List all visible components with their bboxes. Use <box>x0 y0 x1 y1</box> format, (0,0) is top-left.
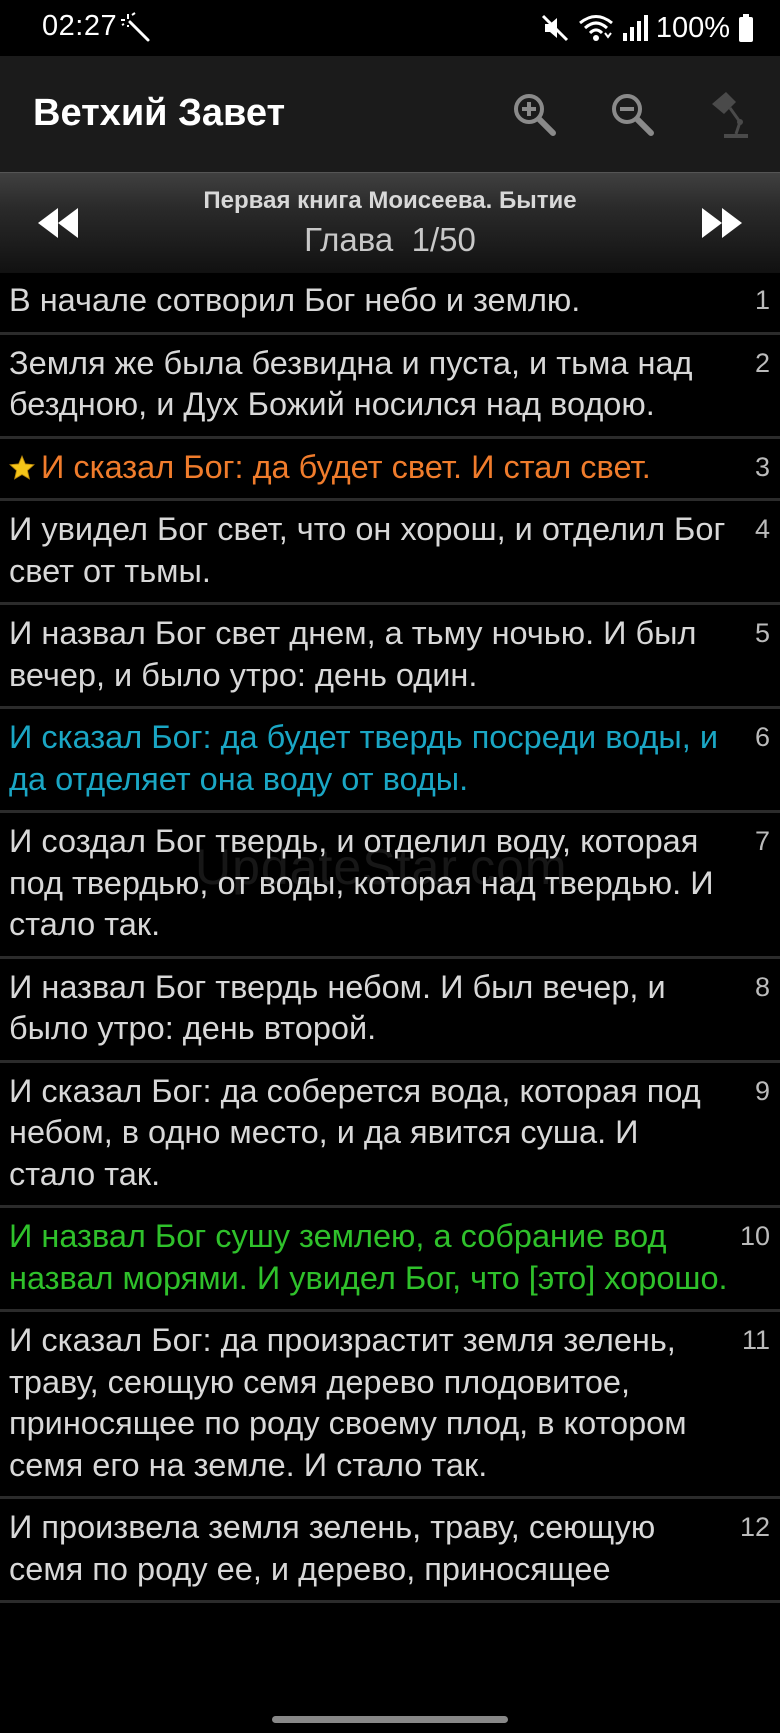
lamp-icon <box>712 92 748 138</box>
verse-list[interactable]: В начале сотворил Бог небо и землю. 1 Земл… <box>0 272 780 1697</box>
verse-row[interactable]: И произвела земля зелень, траву, сеющую … <box>0 1499 780 1603</box>
zoom-in-icon <box>514 94 556 136</box>
verse-text: И назвал Бог свет днем, а тьму ночью. И … <box>9 615 697 693</box>
verse-number: 8 <box>754 971 770 1002</box>
verse-number: 4 <box>754 514 770 544</box>
status-icons: 100% <box>540 8 754 48</box>
verse-text: И произвела земля зелень, траву, сеющую … <box>9 1509 656 1587</box>
verse-row[interactable]: И сказал Бог: да произрастит земля зелен… <box>0 1312 780 1499</box>
verse-number: 5 <box>754 618 770 648</box>
verse-text: И сказал Бог: да будет свет. И стал свет… <box>41 448 651 485</box>
verse-row[interactable]: И увидел Бог свет, что он хорош, и отдел… <box>0 501 780 605</box>
verse-row[interactable]: Земля же была безвидна и пуста, и тьма н… <box>0 335 780 439</box>
verse-row[interactable]: В начале сотворил Бог небо и землю. 1 <box>0 272 780 335</box>
zoom-out-button[interactable] <box>604 86 660 142</box>
status-time: 02:27 <box>42 10 118 42</box>
navigation-gesture-area <box>0 1697 780 1733</box>
fast-forward-icon <box>702 208 742 238</box>
verse-row[interactable]: И сказал Бог: да соберется вода, которая… <box>0 1063 780 1208</box>
verse-number: 10 <box>739 1221 770 1251</box>
chapter-navigation: Первая книга Моисеева. Бытие Глава 1/50 <box>0 172 780 273</box>
verse-text: И сказал Бог: да будет твердь посреди во… <box>9 719 719 797</box>
verse-number: 2 <box>754 347 770 378</box>
rewind-icon <box>38 208 78 238</box>
verse-text: И создал Бог твердь, и отделил воду, кот… <box>9 823 714 942</box>
verse-row[interactable]: И сказал Бог: да будет свет. И стал свет… <box>0 439 780 501</box>
wifi-icon <box>578 15 613 41</box>
verse-text: И назвал Бог сушу землею, а собрание вод… <box>9 1218 728 1296</box>
verse-row[interactable]: И назвал Бог сушу землею, а собрание вод… <box>0 1208 780 1312</box>
bookmark-star-icon <box>9 454 35 480</box>
verse-number: 7 <box>754 826 770 856</box>
verse-row[interactable]: И создал Бог твердь, и отделил воду, кот… <box>0 813 780 959</box>
verse-row[interactable]: И назвал Бог твердь небом. И был вечер, … <box>0 959 780 1063</box>
verse-number: 1 <box>754 285 770 315</box>
zoom-out-icon <box>612 94 654 136</box>
night-mode-button[interactable] <box>702 86 758 142</box>
app-bar: Ветхий Завет <box>0 56 780 172</box>
magic-wand-icon <box>121 12 150 42</box>
battery-percent: 100% <box>655 11 730 44</box>
next-chapter-button[interactable] <box>694 195 750 251</box>
app-title: Ветхий Завет <box>33 92 286 134</box>
mute-icon <box>541 14 568 42</box>
verse-text: И назвал Бог твердь небом. И был вечер, … <box>9 968 666 1047</box>
battery-icon <box>739 14 753 42</box>
zoom-in-button[interactable] <box>506 86 562 142</box>
verse-row[interactable]: И сказал Бог: да будет твердь посреди во… <box>0 709 780 813</box>
verse-text: И сказал Бог: да произрастит земля зелен… <box>9 1322 687 1483</box>
verse-number: 6 <box>754 722 770 752</box>
chapter-indicator[interactable]: Глава 1/50 <box>120 221 660 259</box>
verse-text: В начале сотворил Бог небо и землю. <box>9 282 581 318</box>
verse-text: И сказал Бог: да соберется вода, которая… <box>9 1072 701 1192</box>
verse-row[interactable]: И назвал Бог свет днем, а тьму ночью. И … <box>0 605 780 709</box>
status-bar: 02:27 100% <box>0 0 780 56</box>
previous-chapter-button[interactable] <box>30 195 86 251</box>
verse-text: Земля же была безвидна и пуста, и тьма н… <box>9 344 693 423</box>
gesture-handle[interactable] <box>272 1716 508 1723</box>
verse-text: И увидел Бог свет, что он хорош, и отдел… <box>9 511 726 589</box>
book-title: Первая книга Моисеева. Бытие <box>203 187 577 214</box>
verse-number: 11 <box>741 1325 770 1355</box>
verse-number: 12 <box>739 1512 770 1542</box>
verse-number: 9 <box>754 1075 770 1106</box>
verse-number: 3 <box>754 451 770 482</box>
signal-icon <box>622 15 648 41</box>
